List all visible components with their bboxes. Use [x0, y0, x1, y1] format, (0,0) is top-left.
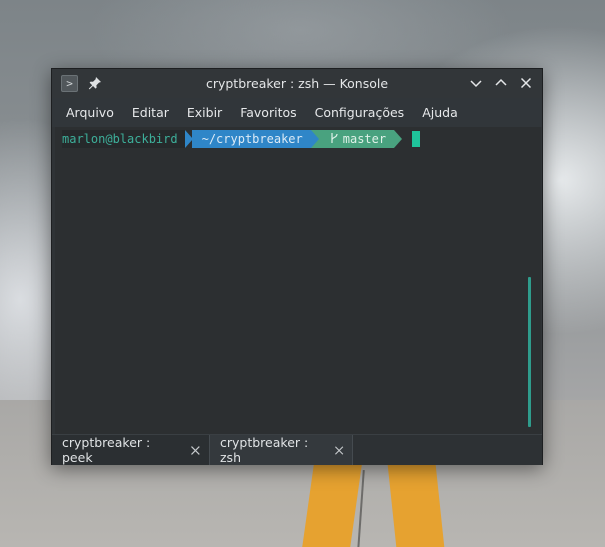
menu-configuracoes[interactable]: Configurações — [306, 98, 414, 127]
close-icon[interactable] — [334, 445, 344, 456]
chevron-down-icon[interactable] — [468, 75, 484, 91]
menu-favoritos[interactable]: Favoritos — [231, 98, 305, 127]
git-branch-name: master — [342, 132, 387, 146]
prompt-git: master — [318, 130, 395, 148]
title-bar[interactable]: > cryptbreaker : zsh — Konsole — [52, 69, 542, 98]
close-icon[interactable] — [518, 75, 534, 91]
pin-icon[interactable] — [88, 76, 102, 90]
tab-bar: cryptbreaker : peek cryptbreaker : zsh — [52, 434, 542, 465]
tab-label: cryptbreaker : peek — [62, 435, 151, 465]
prompt-separator-icon — [310, 130, 319, 148]
menu-ajuda[interactable]: Ajuda — [413, 98, 467, 127]
scrollbar[interactable] — [528, 277, 531, 427]
shell-prompt: marlon@blackbird ~/cryptbreaker master — [62, 130, 421, 148]
window-title: cryptbreaker : zsh — Konsole — [205, 76, 389, 91]
menu-bar: Arquivo Editar Exibir Favoritos Configur… — [52, 98, 542, 127]
terminal-cursor — [412, 131, 421, 147]
close-icon[interactable] — [190, 445, 201, 456]
menu-arquivo[interactable]: Arquivo — [57, 98, 123, 127]
tab-cryptbreaker-zsh[interactable]: cryptbreaker : zsh — [209, 435, 353, 465]
prompt-user: marlon@blackbird — [62, 130, 185, 148]
konsole-window: > cryptbreaker : zsh — Konsole Arquivo E… — [51, 68, 543, 465]
chevron-up-icon[interactable] — [493, 75, 509, 91]
road-stripe-right — [387, 465, 445, 547]
tab-label: cryptbreaker : zsh — [220, 435, 309, 465]
menu-editar[interactable]: Editar — [123, 98, 178, 127]
prompt-path: ~/cryptbreaker — [191, 130, 311, 148]
git-branch-icon — [331, 133, 338, 143]
tab-cryptbreaker-peek[interactable]: cryptbreaker : peek — [52, 435, 209, 465]
konsole-icon[interactable]: > — [61, 75, 78, 92]
prompt-separator-icon — [394, 130, 403, 148]
menu-exibir[interactable]: Exibir — [178, 98, 231, 127]
terminal-area[interactable]: marlon@blackbird ~/cryptbreaker master — [55, 127, 541, 434]
